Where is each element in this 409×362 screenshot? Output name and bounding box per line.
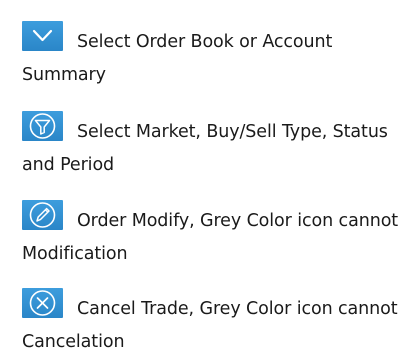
pencil-icon <box>22 200 63 230</box>
legend-item-order-book: Select Order Book or Account Summary <box>22 21 402 92</box>
cancel-icon <box>22 288 63 318</box>
legend-item-text: Order Modify, Grey Color icon cannot Mod… <box>22 211 399 264</box>
legend-item-filter: Select Market, Buy/Sell Type, Status and… <box>22 111 402 182</box>
legend-item-modify: Order Modify, Grey Color icon cannot Mod… <box>22 200 402 271</box>
legend-item-cancel: Cancel Trade, Grey Color icon cannot Can… <box>22 288 402 359</box>
filter-icon <box>22 111 63 141</box>
legend-item-text: Select Order Book or Account Summary <box>22 32 333 85</box>
legend-item-text: Cancel Trade, Grey Color icon cannot Can… <box>22 299 398 352</box>
chevron-down-icon <box>22 21 63 51</box>
legend-item-text: Select Market, Buy/Sell Type, Status and… <box>22 122 388 175</box>
